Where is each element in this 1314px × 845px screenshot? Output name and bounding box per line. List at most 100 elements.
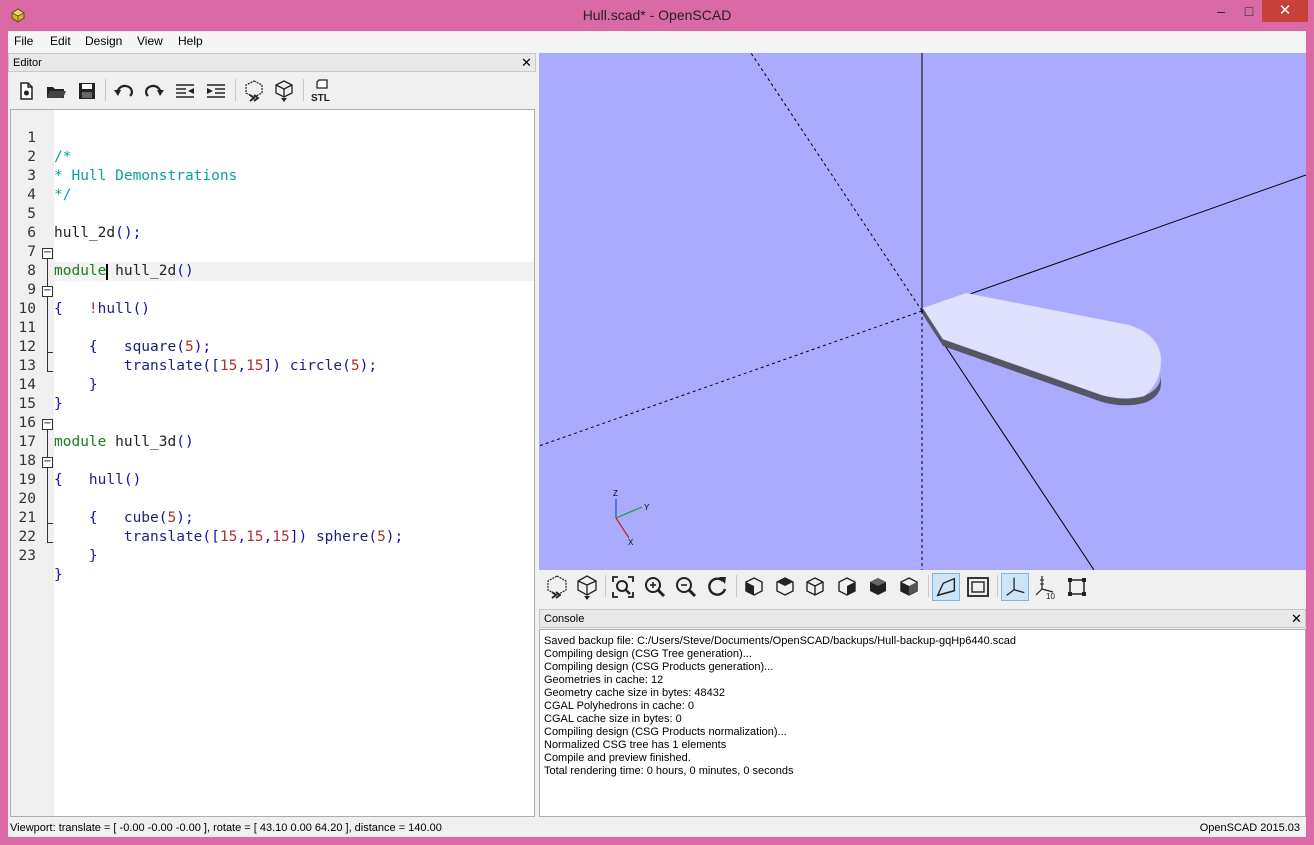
code-line: 8 − { (11, 243, 534, 318)
show-axes-icon[interactable] (1001, 573, 1029, 601)
console-close-button[interactable]: ✕ (1291, 611, 1302, 627)
maximize-button[interactable]: □ (1234, 0, 1264, 22)
redo-icon[interactable] (142, 79, 166, 103)
code-line: 15 (11, 376, 534, 412)
editor-panel: Editor ✕ STL 1 /* 2 * Hull Demonstration… (8, 53, 536, 817)
console-line: Geometry cache size in bytes: 48432 (544, 687, 725, 699)
console-line: Geometries in cache: 12 (544, 674, 664, 686)
menu-view[interactable]: View (137, 34, 163, 48)
view-top-icon[interactable] (771, 573, 799, 601)
perspective-icon[interactable] (932, 573, 960, 601)
fold-toggle-icon[interactable]: − (42, 419, 53, 430)
editor-close-button[interactable]: ✕ (521, 55, 532, 71)
console-line: Compile and preview finished. (544, 752, 691, 764)
code-line: 23 } (11, 528, 534, 583)
console-line: Normalized CSG tree has 1 elements (544, 739, 727, 751)
code-line: 16 module hull_3d() (11, 395, 534, 450)
zoom-out-icon[interactable] (672, 573, 700, 601)
code-line: 20 cube(5); (11, 471, 534, 526)
editor-toolbar: STL (8, 73, 536, 107)
unindent-icon[interactable] (173, 79, 197, 103)
toolbar-separator (303, 79, 304, 101)
view-right-icon[interactable] (740, 573, 768, 601)
undo-icon[interactable] (112, 79, 136, 103)
editor-header: Editor ✕ (8, 53, 536, 72)
console-line: CGAL cache size in bytes: 0 (544, 713, 682, 725)
toolbar-separator (605, 575, 606, 597)
orthogonal-icon[interactable] (964, 573, 992, 601)
code-text: } (54, 567, 63, 583)
preview-icon[interactable] (242, 79, 266, 103)
code-line: 7 module hull_2d() (11, 224, 534, 279)
main-window: File Edit Design View Help Editor ✕ STL … (8, 31, 1306, 837)
axis-label-z: Z (613, 489, 618, 498)
show-edges-icon[interactable] (1063, 573, 1091, 601)
line-number: 23 (18, 548, 36, 564)
export-stl-icon[interactable]: STL (310, 79, 336, 103)
viewport-status: Viewport: translate = [ -0.00 -0.00 -0.0… (10, 822, 442, 834)
3d-viewport[interactable]: Z Y X (539, 53, 1306, 570)
toolbar-separator (928, 575, 929, 597)
code-line: 14 } (11, 357, 534, 412)
code-line: 12 translate([15,15]) circle(5); (11, 319, 534, 374)
text-cursor (106, 264, 108, 280)
close-window-button[interactable]: ✕ (1262, 0, 1308, 22)
fold-toggle-icon[interactable]: − (42, 248, 53, 259)
console-line: Compiling design (CSG Products normaliza… (544, 726, 787, 738)
code-line: 17 − { (11, 414, 534, 489)
toolbar-separator (105, 79, 106, 101)
view-left-icon[interactable] (833, 573, 861, 601)
window-title: Hull.scad* - OpenSCAD (582, 7, 732, 23)
console-panel: Console ✕ Saved backup file: C:/Users/St… (539, 609, 1306, 817)
menu-design[interactable]: Design (85, 34, 122, 48)
render-icon[interactable] (573, 573, 601, 601)
code-editor[interactable]: 1 /* 2 * Hull Demonstrations 3 */ 4 5 hu… (10, 109, 535, 817)
viewer-toolbar: 10 (539, 571, 1306, 605)
y-axis-negative (539, 310, 923, 447)
new-file-icon[interactable] (14, 79, 38, 103)
console-line: CGAL Polyhedrons in cache: 0 (544, 700, 695, 712)
view-bottom-icon[interactable] (801, 573, 829, 601)
axis-indicator: Z Y X (613, 489, 650, 547)
toolbar-separator (235, 79, 236, 101)
view-all-icon[interactable] (609, 573, 637, 601)
toolbar-separator (736, 575, 737, 597)
view-front-icon[interactable] (864, 573, 892, 601)
code-line: 13 } (11, 338, 534, 393)
view-back-icon[interactable] (895, 573, 923, 601)
code-line: 2 * Hull Demonstrations (11, 129, 534, 184)
editor-title: Editor (13, 57, 42, 69)
version-label: OpenSCAD 2015.03 (1199, 822, 1300, 834)
menu-file[interactable]: File (14, 34, 33, 48)
scale-marker-label: 10 (1046, 592, 1055, 601)
preview-icon[interactable] (543, 573, 571, 601)
code-line: 21 translate([15,15,15]) sphere(5); (11, 490, 534, 545)
x-axis-negative (750, 53, 923, 312)
render-icon[interactable] (272, 79, 296, 103)
menu-help[interactable]: Help (178, 34, 203, 48)
save-icon[interactable] (75, 79, 99, 103)
minimize-button[interactable]: – (1206, 0, 1236, 22)
open-file-icon[interactable] (44, 79, 68, 103)
reset-view-icon[interactable] (703, 573, 731, 601)
fold-toggle-icon[interactable]: − (42, 286, 53, 297)
console-line: Compiling design (CSG Products generatio… (544, 661, 774, 673)
code-line: 9 !hull() (11, 262, 534, 317)
menu-bar: File Edit Design View Help (8, 31, 1306, 52)
code-line: 18 hull() (11, 433, 534, 488)
console-output[interactable]: Saved backup file: C:/Users/Steve/Docume… (539, 629, 1306, 817)
axis-label-y: Y (644, 503, 650, 512)
indent-icon[interactable] (204, 79, 228, 103)
code-line: 22 } (11, 509, 534, 564)
console-header: Console ✕ (539, 609, 1306, 628)
menu-edit[interactable]: Edit (50, 34, 71, 48)
zoom-in-icon[interactable] (641, 573, 669, 601)
3d-scene: Z Y X (539, 53, 1306, 570)
code-line: 6 (11, 205, 534, 241)
code-line: 19 − { (11, 452, 534, 527)
code-line: 11 square(5); (11, 300, 534, 355)
code-line: 3 */ (11, 148, 534, 203)
fold-toggle-icon[interactable]: − (42, 457, 53, 468)
show-scale-markers-icon[interactable]: 10 (1032, 573, 1060, 601)
axis-label-x: X (628, 538, 634, 547)
